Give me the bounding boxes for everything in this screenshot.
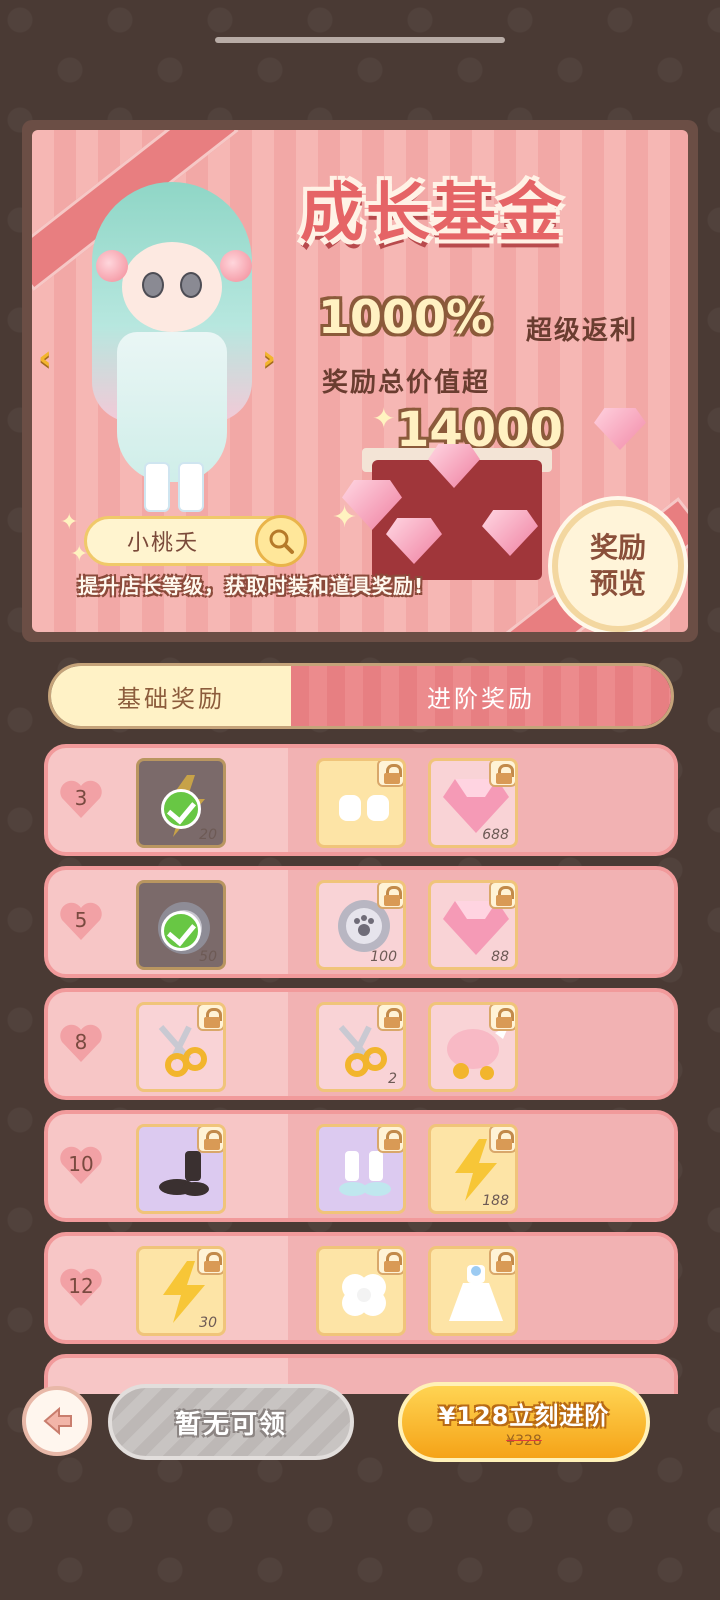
claimed-check-icon: [161, 789, 201, 829]
character-name-pill: 小桃夭: [84, 515, 307, 567]
lock-icon: [377, 1127, 403, 1153]
lock-icon: [377, 1249, 403, 1275]
upgrade-purchase-button[interactable]: ¥128立刻进阶 ¥328: [398, 1382, 650, 1462]
reward-slot[interactable]: 30: [136, 1246, 226, 1336]
reward-row: 3 20 688: [44, 744, 678, 856]
sparkle-icon: ✦: [60, 510, 79, 535]
search-button[interactable]: [255, 515, 307, 567]
banner-title: 成长基金: [300, 177, 564, 251]
lock-icon: [377, 1005, 403, 1031]
next-arrow-icon[interactable]: ›: [262, 340, 286, 376]
shoes-icon: [339, 1151, 391, 1196]
reward-slot[interactable]: 50: [136, 880, 226, 970]
lock-icon: [489, 883, 515, 909]
back-button[interactable]: [22, 1386, 92, 1456]
original-price: ¥328: [506, 1432, 542, 1449]
reward-row: 12 30: [44, 1232, 678, 1344]
level-label: 10: [68, 1152, 94, 1176]
rebate-percent: 1000%: [318, 290, 493, 344]
character-name: 小桃夭: [127, 531, 200, 556]
rebate-label: 超级返利: [526, 316, 639, 346]
reward-slot[interactable]: [136, 1002, 226, 1092]
reward-qty: 88: [491, 949, 509, 965]
purchase-label: ¥128立刻进阶: [438, 1401, 610, 1430]
reward-slot[interactable]: [316, 1246, 406, 1336]
reward-tabs: 基础奖励 进阶奖励: [48, 663, 674, 729]
lock-icon: [377, 883, 403, 909]
lock-icon: [489, 1127, 515, 1153]
tab-advanced-rewards[interactable]: 进阶奖励: [291, 666, 671, 726]
level-label: 5: [74, 908, 88, 932]
level-label: 12: [68, 1274, 94, 1298]
reward-qty: 688: [482, 827, 509, 843]
banner-hint: 提升店长等级，获取时装和道具奖励!: [78, 574, 425, 598]
reward-qty: 188: [482, 1193, 509, 1209]
reward-slot[interactable]: 20: [136, 758, 226, 848]
reward-slot[interactable]: 188: [428, 1124, 518, 1214]
reward-slot[interactable]: 688: [428, 758, 518, 848]
sparkle-icon: ✦: [70, 542, 89, 567]
reward-row: 8 2: [44, 988, 678, 1100]
character-illustration: [52, 162, 292, 522]
prev-arrow-icon[interactable]: ‹: [38, 340, 62, 376]
boots-icon: [159, 1151, 209, 1196]
reward-qty: 2: [388, 1071, 397, 1087]
level-label: 3: [74, 786, 88, 810]
magnifier-icon: [269, 529, 294, 554]
reward-preview-button[interactable]: 奖励 预览: [552, 500, 684, 632]
claim-button-label: 暂无可领: [174, 1409, 287, 1440]
reward-slot[interactable]: [428, 1246, 518, 1336]
reward-slot[interactable]: [316, 1124, 406, 1214]
reward-qty: 50: [199, 949, 217, 965]
preview-label-line1: 奖励: [589, 531, 646, 564]
reward-slot[interactable]: 100: [316, 880, 406, 970]
lock-icon: [489, 1005, 515, 1031]
growth-fund-banner: ‹ › 小桃夭 ✦ ✦ 成长基金 1000% 超级返利 奖励总价值超 ✦ 140…: [22, 120, 698, 642]
reward-row: 10 188: [44, 1110, 678, 1222]
gloves-icon: [339, 795, 389, 821]
lock-icon: [197, 1005, 223, 1031]
sparkle-icon: ✦: [372, 402, 396, 435]
reward-qty: 100: [370, 949, 397, 965]
reward-slot[interactable]: [428, 1002, 518, 1092]
reward-slot[interactable]: [136, 1124, 226, 1214]
lock-icon: [489, 1249, 515, 1275]
reward-qty: 20: [199, 827, 217, 843]
claim-button-disabled[interactable]: 暂无可领: [108, 1384, 354, 1460]
sparkle-icon: ✦: [332, 500, 358, 535]
arrow-left-icon: [43, 1406, 72, 1436]
lock-icon: [377, 761, 403, 787]
flower-icon: [342, 1274, 386, 1316]
claimed-check-icon: [161, 911, 201, 951]
lock-icon: [197, 1249, 223, 1275]
drag-handle[interactable]: [215, 37, 505, 43]
reward-slot[interactable]: [316, 758, 406, 848]
level-label: 8: [74, 1030, 88, 1054]
reward-slot[interactable]: 88: [428, 880, 518, 970]
reward-qty: 30: [199, 1315, 217, 1331]
preview-label-line2: 预览: [589, 567, 646, 600]
tab-basic-rewards[interactable]: 基础奖励: [51, 666, 291, 726]
reward-row: 5 50 100 88: [44, 866, 678, 978]
diamond-icon: [594, 408, 646, 450]
lock-icon: [489, 761, 515, 787]
lock-icon: [197, 1127, 223, 1153]
total-value-label: 奖励总价值超: [322, 368, 491, 398]
reward-slot[interactable]: 2: [316, 1002, 406, 1092]
reward-list[interactable]: 3 20 688 5 50 100 88 8 2 10 188 12 30: [44, 744, 678, 1394]
